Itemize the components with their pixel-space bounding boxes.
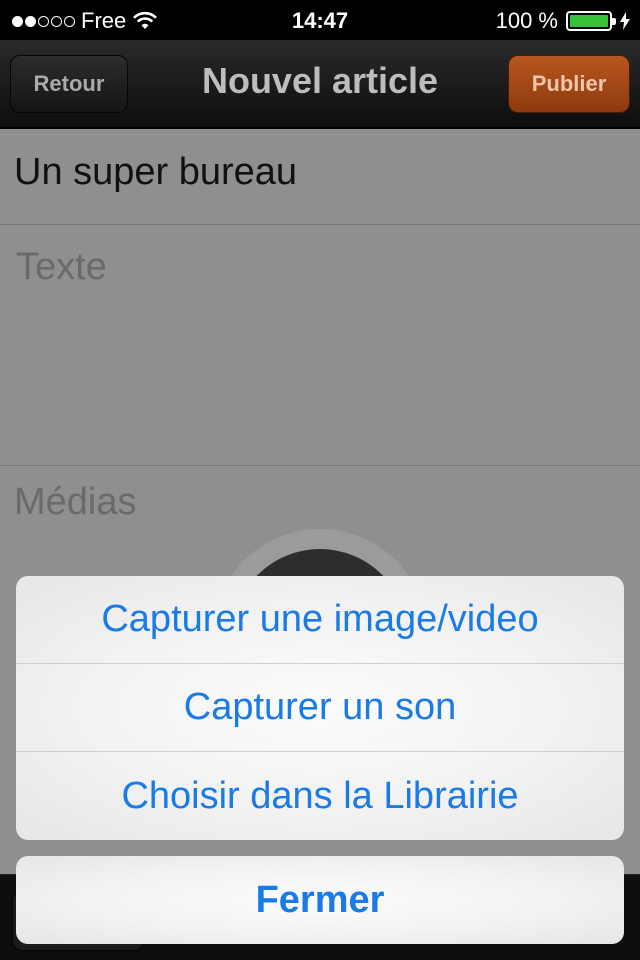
capture-image-video-option[interactable]: Capturer une image/video [16, 576, 624, 664]
status-bar: Free 14:47 100 % [0, 0, 640, 40]
battery-percent: 100 % [495, 8, 558, 33]
battery-group: 100 % [496, 8, 630, 34]
capture-sound-option[interactable]: Capturer un son [16, 664, 624, 752]
text-field[interactable]: Texte [0, 226, 640, 466]
title-field[interactable]: Un super bureau [0, 129, 640, 225]
action-sheet: Capturer une image/video Capturer un son… [16, 576, 624, 840]
media-label: Médias [14, 481, 137, 523]
battery-icon [566, 11, 616, 31]
publish-button[interactable]: Publier [508, 55, 630, 113]
navigation-bar: Retour Nouvel article Publier [0, 40, 640, 128]
text-placeholder: Texte [16, 246, 107, 288]
title-value: Un super bureau [14, 151, 298, 193]
charging-bolt-icon [620, 12, 630, 30]
choose-from-library-option[interactable]: Choisir dans la Librairie [16, 752, 624, 840]
close-button[interactable]: Fermer [16, 856, 624, 944]
